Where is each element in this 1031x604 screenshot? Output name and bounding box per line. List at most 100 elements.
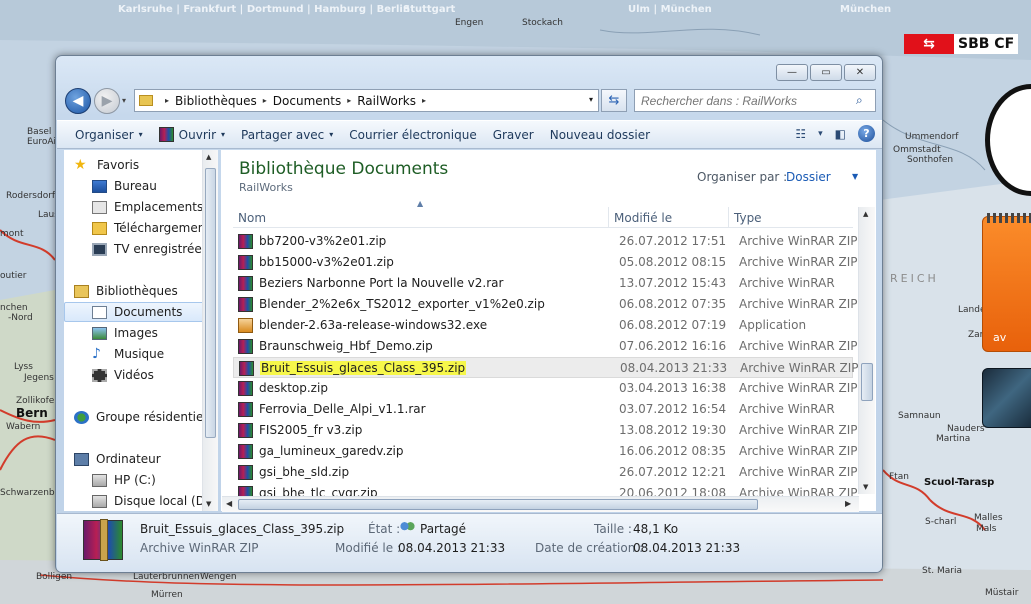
file-row[interactable]: Braunschweig_Hbf_Demo.zip 07.06.2012 16:1…	[233, 336, 857, 357]
chevron-down-icon[interactable]: ▾	[818, 129, 823, 139]
folder-icon	[139, 95, 153, 106]
file-list-horizontal-scrollbar[interactable]: ◀ ▶	[222, 496, 859, 512]
map-label: Scuol-Tarasp	[924, 477, 995, 488]
scroll-left-icon[interactable]: ◀	[226, 499, 232, 508]
desktop-icon	[92, 179, 107, 193]
arrange-by-dropdown[interactable]: Dossier	[786, 170, 831, 184]
shared-users-icon	[400, 521, 415, 534]
chevron-down-icon[interactable]: ▼	[852, 172, 858, 181]
column-label: Modifié le	[614, 210, 673, 225]
file-row[interactable]: gsi_bhe_sld.zip 26.07.2012 12:21 Archive W…	[233, 462, 857, 483]
view-options-icon[interactable]: ☷	[795, 127, 806, 141]
slideshow-gadget[interactable]	[982, 368, 1031, 428]
file-row[interactable]: Blender_2%2e6x_TS2012_exporter_v1%2e0.zi…	[233, 294, 857, 315]
scroll-up-icon[interactable]: ▲	[206, 153, 211, 161]
nav-item-drive-d[interactable]: Disque local (D:)	[64, 491, 218, 511]
winrar-icon	[83, 519, 123, 561]
help-icon[interactable]: ?	[858, 125, 875, 142]
nav-item-recent-places[interactable]: Emplacements ré	[64, 197, 218, 217]
file-row[interactable]: bb15000-v3%2e01.zip 05.08.2012 08:15 Archi…	[233, 252, 857, 273]
file-modified-date: 06.08.2012 07:19	[619, 318, 727, 332]
column-header-name[interactable]: Nom ▲	[233, 199, 609, 228]
column-header-type[interactable]: Type	[729, 207, 853, 228]
nav-item-downloads[interactable]: Téléchargements	[64, 218, 218, 238]
breadcrumb-separator[interactable]: ▸	[165, 96, 169, 105]
refresh-button[interactable]: ⇆	[601, 89, 627, 112]
search-input[interactable]	[634, 89, 876, 112]
sbb-logo: ⇆ SBB CF	[904, 34, 1031, 54]
file-name: Beziers Narbonne Port la Nouvelle v2.rar	[259, 276, 504, 290]
nav-item-computer[interactable]: Ordinateur	[64, 449, 218, 469]
file-list-vertical-scrollbar[interactable]: ▲ ▼	[858, 207, 875, 494]
file-row[interactable]: Bruit_Essuis_glaces_Class_395.zip 08.04.2…	[233, 357, 858, 378]
open-button[interactable]: Ouvrir ▾	[151, 124, 233, 146]
scroll-up-icon[interactable]: ▲	[863, 210, 868, 218]
file-row[interactable]: Beziers Narbonne Port la Nouvelle v2.rar…	[233, 273, 853, 294]
sbb-logo-text: SBB CF	[954, 34, 1019, 54]
file-type: Application	[739, 318, 807, 332]
map-label: St. Maria	[922, 566, 962, 576]
file-row[interactable]: FIS2005_fr v3.zip 13.08.2012 19:30 Archive…	[233, 420, 857, 441]
breadcrumb-railworks[interactable]: RailWorks	[357, 94, 416, 108]
share-with-button[interactable]: Partager avec ▾	[233, 124, 341, 146]
scrollbar-thumb[interactable]	[238, 499, 758, 510]
winrar-archive-icon	[238, 381, 253, 396]
nav-label: Groupe résidentiel	[96, 410, 207, 424]
organize-button[interactable]: Organiser ▾	[67, 124, 151, 146]
breadcrumb-libraries[interactable]: Bibliothèques	[175, 94, 257, 108]
scroll-down-icon[interactable]: ▼	[206, 500, 211, 508]
star-icon: ★	[74, 157, 87, 173]
breadcrumb-separator[interactable]: ▸	[263, 96, 267, 105]
nav-item-drive-c[interactable]: HP (C:)	[64, 470, 218, 490]
nav-item-recorded-tv[interactable]: TV enregistrée	[64, 239, 218, 259]
recent-pages-dropdown[interactable]: ▾	[122, 96, 126, 105]
chevron-down-icon: ▾	[329, 130, 334, 139]
address-bar[interactable]: ▸ Bibliothèques ▸ Documents ▸ RailWorks …	[134, 89, 599, 112]
breadcrumb-separator[interactable]: ▸	[422, 96, 426, 105]
search-icon[interactable]: ⌕	[856, 93, 863, 108]
file-row[interactable]: blender-2.63a-release-windows32.exe 06.08…	[233, 315, 853, 336]
breadcrumb-separator[interactable]: ▸	[347, 96, 351, 105]
nav-item-videos[interactable]: Vidéos	[64, 365, 218, 385]
calendar-gadget[interactable]: av	[982, 213, 1031, 352]
breadcrumb-documents[interactable]: Documents	[273, 94, 341, 108]
back-button[interactable]: ◀	[65, 88, 91, 114]
nav-item-libraries[interactable]: Bibliothèques	[64, 281, 218, 301]
window-controls: — ▭ ✕	[776, 64, 876, 81]
view-controls: ☷ ▾ ◧ ?	[795, 125, 875, 142]
nav-item-favorites[interactable]: ★ Favoris	[64, 155, 218, 175]
file-row[interactable]: desktop.zip 03.04.2013 16:38 Archive WinRA…	[233, 378, 857, 399]
scrollbar-thumb[interactable]	[205, 168, 216, 438]
column-header-modified[interactable]: Modifié le	[609, 207, 729, 228]
nav-item-desktop[interactable]: Bureau	[64, 176, 218, 196]
nav-item-images[interactable]: Images	[64, 323, 218, 343]
scroll-down-icon[interactable]: ▼	[863, 483, 868, 491]
burn-button[interactable]: Graver	[485, 124, 542, 146]
maximize-button[interactable]: ▭	[810, 64, 842, 81]
scrollbar-thumb[interactable]	[861, 363, 873, 401]
video-icon	[92, 368, 107, 382]
nav-item-documents[interactable]: Documents	[64, 302, 218, 322]
minimize-button[interactable]: —	[776, 64, 808, 81]
email-button[interactable]: Courrier électronique	[341, 124, 484, 146]
close-button[interactable]: ✕	[844, 64, 876, 81]
map-label: Martina	[936, 434, 971, 444]
arrange-by-label: Organiser par :	[697, 170, 788, 184]
preview-pane-icon[interactable]: ◧	[835, 127, 846, 141]
file-modified-date: 13.08.2012 19:30	[619, 423, 727, 437]
file-modified-date: 26.07.2012 12:21	[619, 465, 727, 479]
nav-item-homegroup[interactable]: Groupe résidentiel	[64, 407, 218, 427]
address-dropdown-icon[interactable]: ▾	[589, 95, 593, 104]
share-with-label: Partager avec	[241, 127, 325, 142]
map-label: Lyss	[14, 362, 33, 372]
scroll-right-icon[interactable]: ▶	[845, 499, 851, 508]
file-row[interactable]: bb7200-v3%2e01.zip 26.07.2012 17:51 Archiv…	[233, 231, 857, 252]
gadget-label: av	[993, 331, 1007, 344]
nav-item-music[interactable]: ♪ Musique	[64, 344, 218, 364]
new-folder-button[interactable]: Nouveau dossier	[542, 124, 658, 146]
nav-pane-scrollbar[interactable]: ▲ ▼	[202, 150, 218, 511]
map-label: Lauterbrunnen	[133, 572, 200, 582]
forward-button[interactable]: ▶	[94, 88, 120, 114]
file-row[interactable]: ga_lumineux_garedv.zip 16.06.2012 08:35 Ar…	[233, 441, 857, 462]
file-row[interactable]: Ferrovia_Delle_Alpi_v1.1.rar 03.07.2012 1…	[233, 399, 853, 420]
